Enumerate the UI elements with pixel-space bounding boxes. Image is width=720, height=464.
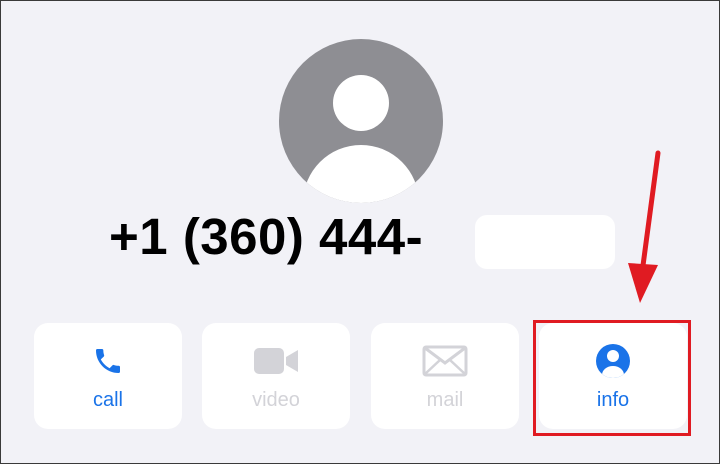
contact-card-screen: +1 (360) 444- call video mail info [0, 0, 720, 464]
annotation-arrow [628, 150, 661, 303]
